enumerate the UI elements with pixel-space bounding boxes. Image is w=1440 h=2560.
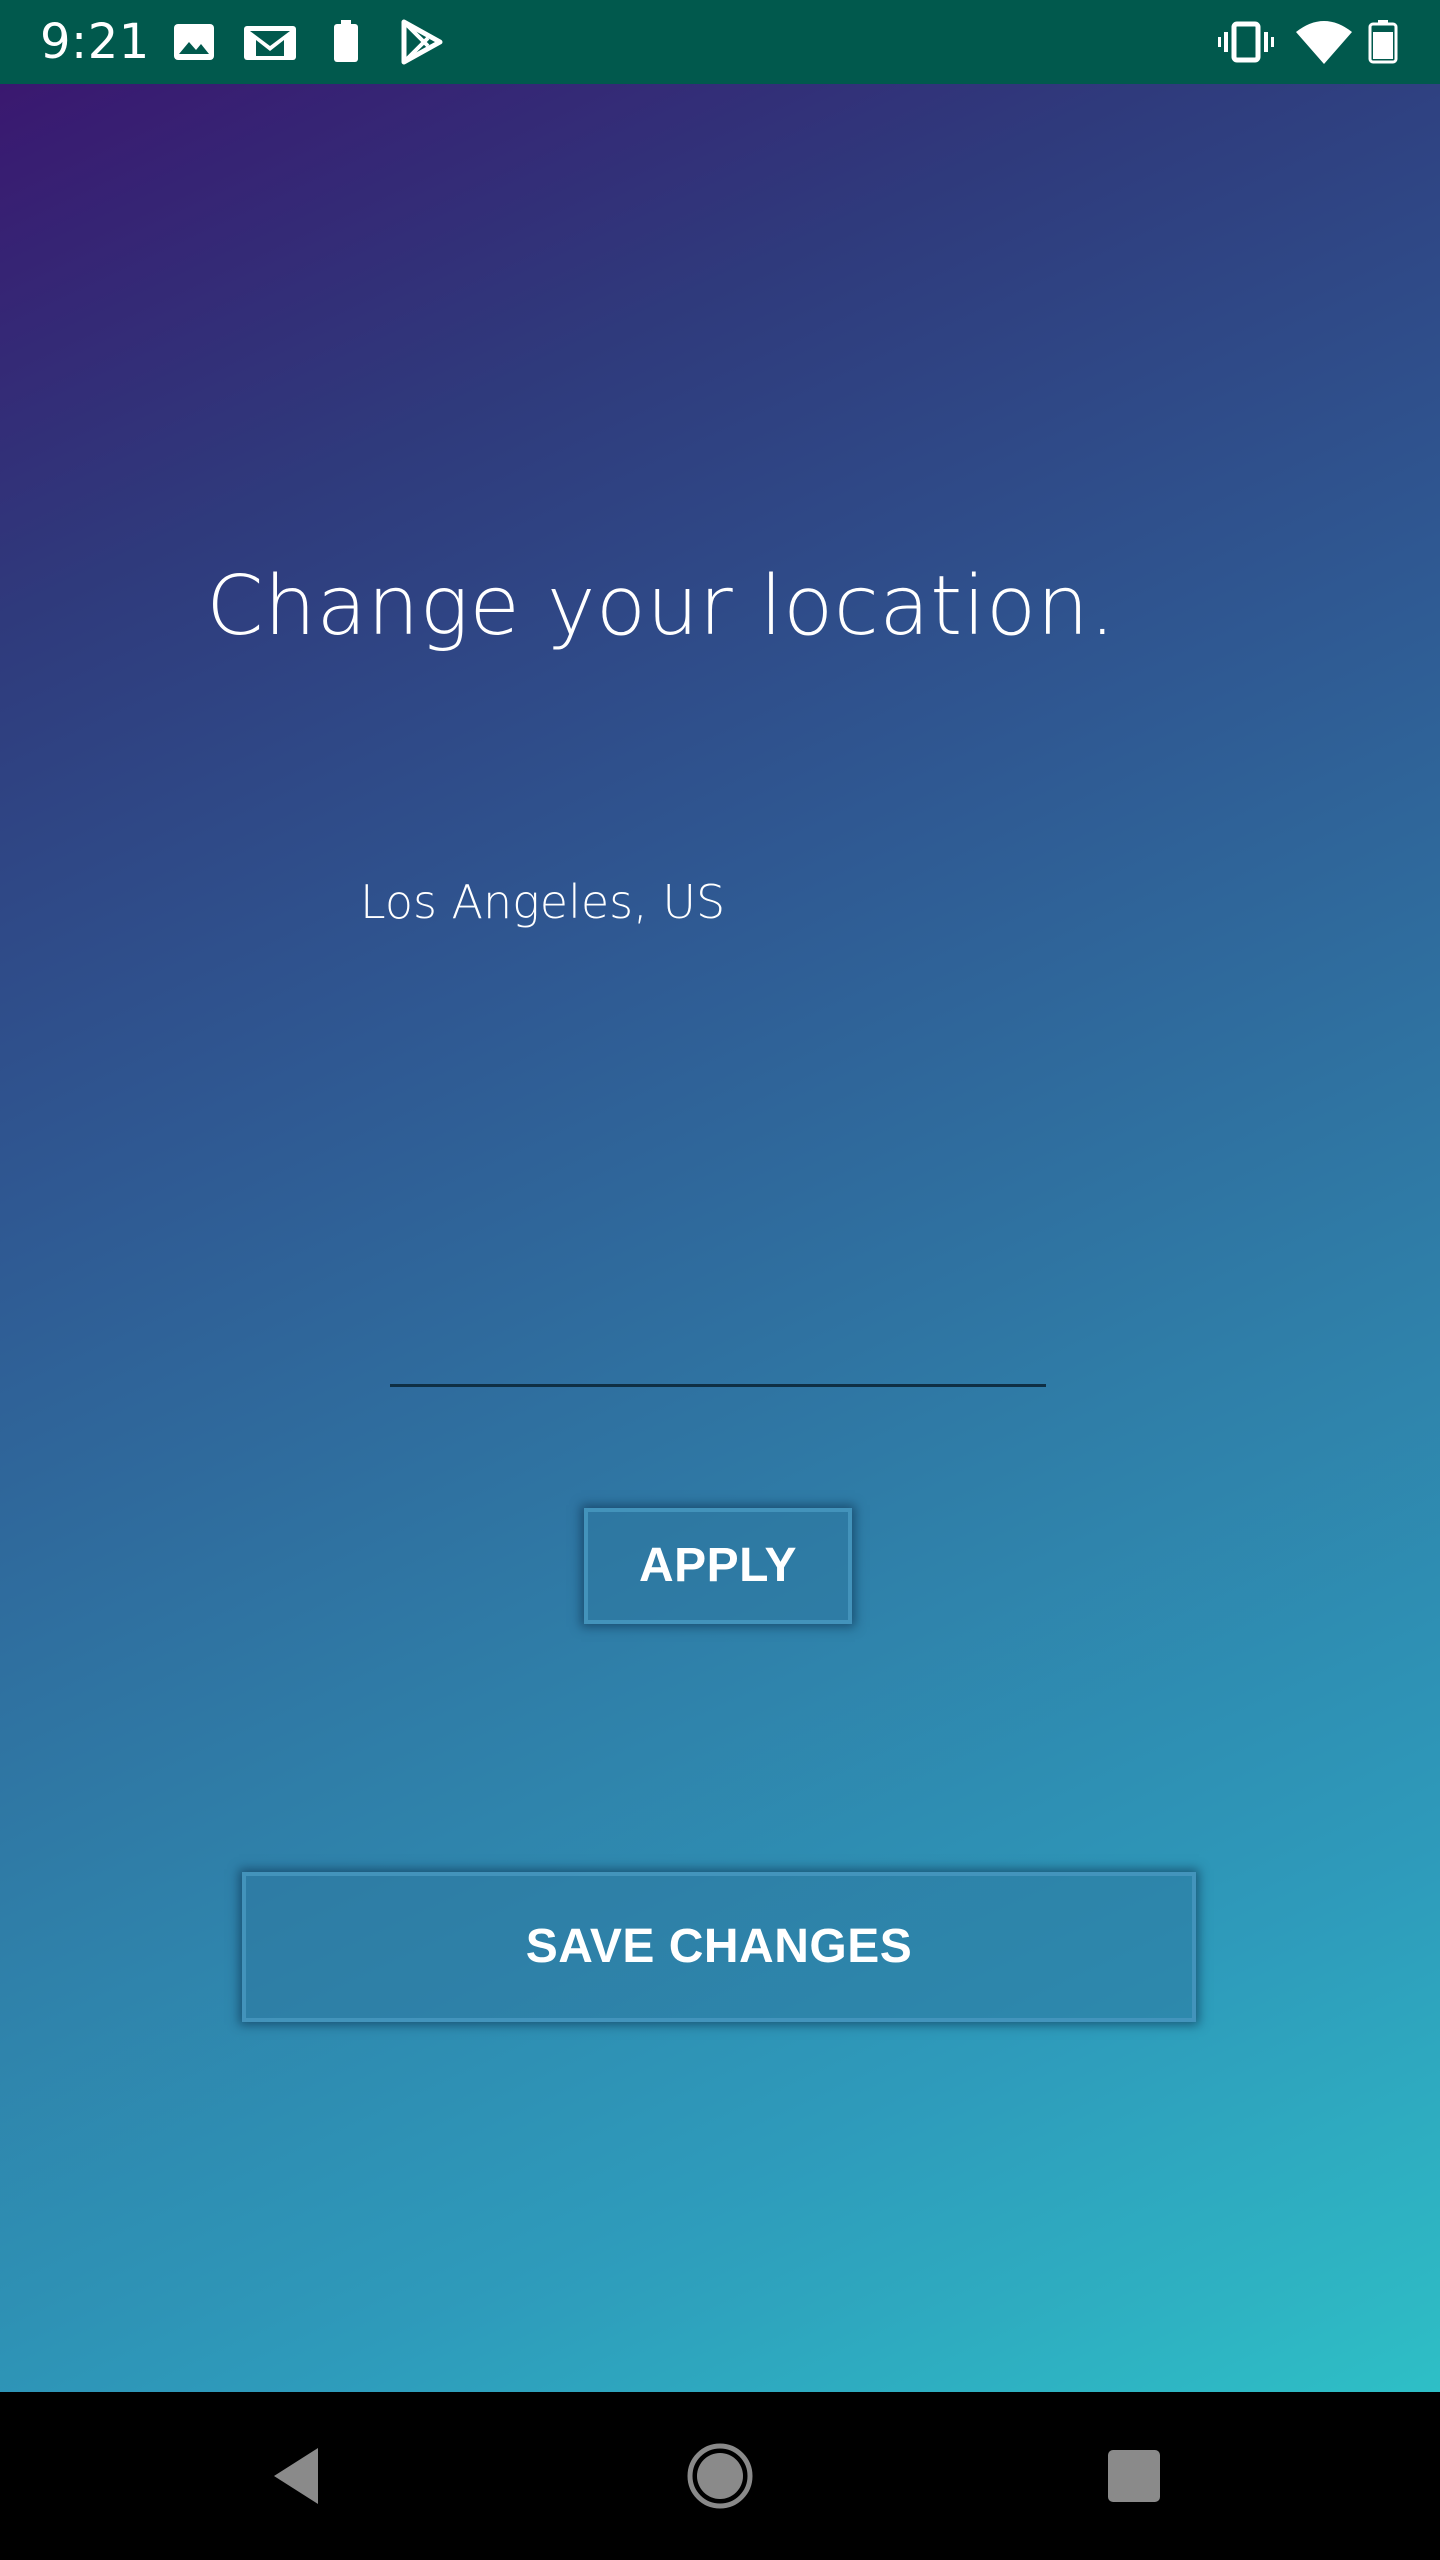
save-changes-button[interactable]: SAVE CHANGES [242,1872,1196,2022]
status-bar: 9:21 [0,0,1440,84]
battery-icon [332,18,360,66]
page-title: Change your location. [206,559,1116,654]
screen: 9:21 Change your location. Los Angeles, … [0,0,1440,2560]
apply-button[interactable]: APPLY [584,1508,852,1624]
back-icon[interactable] [260,2436,340,2516]
status-time: 9:21 [40,14,150,70]
home-icon[interactable] [680,2436,760,2516]
recents-icon[interactable] [1094,2436,1174,2516]
city-input[interactable] [390,1324,1046,1387]
vibrate-icon [1218,18,1274,66]
battery-icon [1368,18,1398,66]
navigation-bar [0,2392,1440,2560]
location-settings-screen: Change your location. Los Angeles, US AP… [0,84,1440,2392]
gmail-icon [242,18,298,66]
image-icon [170,18,218,66]
wifi-icon [1296,18,1352,66]
play-store-icon [398,18,446,66]
current-location-text: Los Angeles, US [360,875,726,929]
